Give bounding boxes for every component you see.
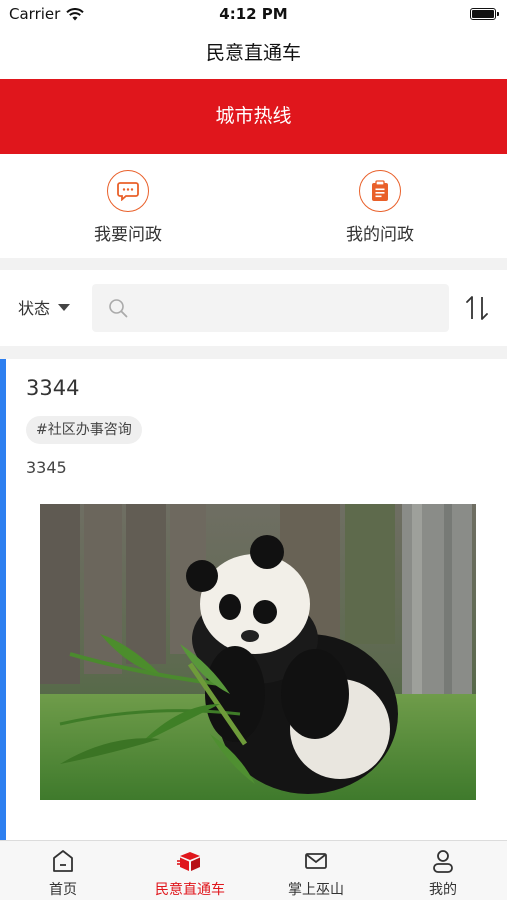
dropdown-arrow-icon	[58, 303, 71, 311]
tab-public-opinion-label: 民意直通车	[155, 882, 225, 898]
mail-icon	[253, 847, 379, 875]
city-hotline-banner[interactable]: 城市热线	[0, 79, 507, 154]
tab-mine[interactable]: 我的	[380, 847, 506, 899]
bottom-tab-bar: 首页 民意直通车 掌上巫山 我的	[0, 840, 507, 900]
submit-inquiry-button[interactable]: 我要问政	[68, 170, 188, 245]
page-title: 民意直通车	[205, 42, 301, 64]
inquiry-card[interactable]: 3344 #社区办事咨询 3345	[0, 359, 507, 840]
section-divider	[0, 258, 507, 270]
panda-photo[interactable]	[40, 504, 476, 800]
card-content: 3345	[26, 458, 67, 477]
navigation-bar: 民意直通车	[0, 30, 507, 78]
quick-actions: 我要问政 我的问政	[0, 154, 507, 258]
search-icon	[109, 299, 128, 318]
my-inquiries-label: 我的问政	[346, 225, 414, 245]
filter-row: 状态	[0, 270, 507, 346]
category-tag: #社区办事咨询	[26, 416, 142, 444]
tab-wushan[interactable]: 掌上巫山	[253, 847, 379, 899]
search-bar[interactable]	[92, 284, 449, 332]
tab-mine-label: 我的	[429, 882, 457, 898]
card-title: 3344	[26, 376, 80, 400]
status-dropdown-label: 状态	[18, 299, 51, 318]
tab-home-label: 首页	[49, 882, 77, 898]
banner-title: 城市热线	[215, 105, 292, 127]
section-divider	[0, 346, 507, 359]
my-inquiries-button[interactable]: 我的问政	[320, 170, 440, 245]
sort-icon[interactable]	[465, 295, 489, 321]
card-accent-bar	[0, 359, 6, 840]
tab-home[interactable]: 首页	[0, 847, 126, 899]
search-input[interactable]	[136, 288, 449, 328]
submit-inquiry-label: 我要问政	[94, 225, 162, 245]
tab-wushan-label: 掌上巫山	[288, 882, 344, 898]
user-icon	[380, 847, 506, 875]
message-icon	[107, 170, 149, 212]
tab-public-opinion[interactable]: 民意直通车	[127, 847, 253, 899]
status-dropdown[interactable]: 状态	[18, 295, 71, 319]
status-bar: Carrier 4:12 PM	[0, 0, 507, 30]
home-icon	[0, 847, 126, 875]
clipboard-icon	[359, 170, 401, 212]
clock: 4:12 PM	[219, 5, 288, 23]
battery-icon	[470, 8, 499, 20]
box-icon	[127, 847, 253, 875]
